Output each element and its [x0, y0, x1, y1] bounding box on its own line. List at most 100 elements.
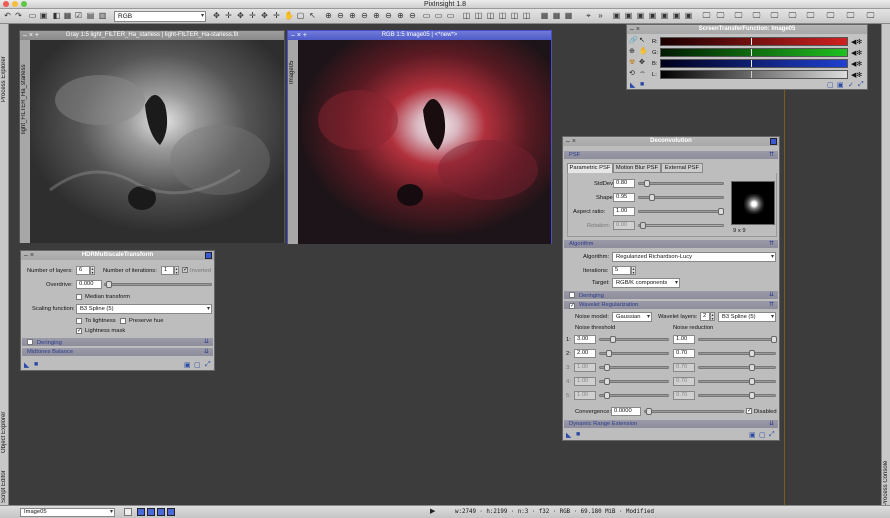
process-explorer-tab[interactable]: Process Explorer: [1, 32, 7, 102]
stf3-icon[interactable]: ▦: [564, 11, 573, 20]
monitor9-icon[interactable]: 🖵: [846, 11, 855, 20]
noise-threshold-slider[interactable]: [599, 350, 669, 357]
view-select[interactable]: Image05 ▾: [20, 508, 115, 517]
shape-input[interactable]: 0.95: [613, 193, 635, 202]
workspace-1-icon[interactable]: [124, 508, 132, 516]
convergence-disabled-checkbox[interactable]: ✓: [746, 408, 752, 414]
window-c-icon[interactable]: ▣: [636, 11, 645, 20]
inverted-checkbox[interactable]: ✓: [182, 267, 188, 273]
link-icon[interactable]: 🔗: [629, 36, 638, 44]
reset-panel-icon[interactable]: ▢: [827, 81, 834, 89]
workspace-3-icon[interactable]: [147, 508, 155, 516]
minimize-window-icon[interactable]: [12, 1, 18, 7]
monitor4-icon[interactable]: 🖵: [752, 11, 761, 20]
noise-threshold-slider[interactable]: [599, 392, 669, 399]
zoom-1-icon[interactable]: ⊖: [360, 11, 369, 20]
wavelet-scaling-select[interactable]: B3 Spline (5) ▾: [718, 312, 776, 322]
deconvolution-titlebar[interactable]: – × Deconvolution: [563, 137, 779, 146]
reset-l-icon[interactable]: ◀✻: [851, 70, 862, 81]
monitor8-icon[interactable]: 🖵: [826, 11, 835, 20]
undo-icon[interactable]: ↶: [3, 11, 12, 20]
workspace-4-icon[interactable]: [157, 508, 165, 516]
midtones-balance-section[interactable]: Midtones Balance ⇊: [22, 348, 213, 356]
apply-icon[interactable]: ■: [34, 361, 38, 368]
window-f-icon[interactable]: ▣: [672, 11, 681, 20]
mask-icon[interactable]: ◧: [52, 11, 61, 20]
readout5-icon[interactable]: ◫: [510, 11, 519, 20]
readout4-icon[interactable]: ◫: [498, 11, 507, 20]
layers-spinner-icon[interactable]: ▴ ▾: [90, 266, 95, 275]
panel-buttons-icon[interactable]: – ×: [630, 25, 640, 34]
zoom-in-icon[interactable]: ⊕: [324, 11, 333, 20]
readout-icon[interactable]: ◫: [462, 11, 471, 20]
reset-b-icon[interactable]: ◀✻: [851, 59, 862, 70]
gray-window-titlebar[interactable]: – × + Gray 1:5 light_FILTER_Ha_starless …: [20, 31, 284, 40]
move-icon[interactable]: ✥: [236, 11, 245, 20]
zoom-2-icon[interactable]: ⊕: [372, 11, 381, 20]
monitor6-icon[interactable]: 🖵: [788, 11, 797, 20]
to-lightness-checkbox[interactable]: [76, 318, 82, 324]
rotation-input[interactable]: 0.00: [613, 221, 635, 230]
wavelet-regularization-section[interactable]: ✓ Wavelet Regularization ⇈: [564, 301, 778, 309]
hdr-titlebar[interactable]: – × HDRMultiscaleTransform: [21, 251, 214, 260]
stf-b-bar[interactable]: [660, 59, 848, 68]
window-g-icon[interactable]: ▣: [684, 11, 693, 20]
monitor7-icon[interactable]: 🖵: [806, 11, 815, 20]
new-instance-icon[interactable]: ◣: [566, 431, 571, 439]
panel-info-icon[interactable]: [205, 252, 212, 259]
gray-nebula-image[interactable]: [30, 40, 284, 243]
crosshair2-icon[interactable]: ✛: [224, 11, 233, 20]
apply-icon[interactable]: ■: [576, 431, 580, 438]
channel-icon[interactable]: ▦: [63, 11, 72, 20]
expand-icon[interactable]: ⇔: [639, 69, 646, 76]
workspace-2-icon[interactable]: [137, 508, 145, 516]
reset-panel-icon[interactable]: ▢: [759, 431, 766, 439]
zoom-5-icon[interactable]: ⊖: [408, 11, 417, 20]
zoom-3-icon[interactable]: ⊖: [384, 11, 393, 20]
chk-icon[interactable]: ☑: [74, 11, 83, 20]
tab-parametric-psf[interactable]: Parametric PSF: [567, 163, 613, 173]
dynamic-range-section[interactable]: Dynamic Range Extension ⇊: [564, 420, 778, 428]
rgb-image-window[interactable]: – × + RGB 1:5 Image05 | <*new*> Image05: [287, 30, 552, 244]
noise-reduction-slider[interactable]: [698, 364, 776, 371]
wavelet-layers-input[interactable]: 2: [700, 312, 710, 321]
zoom-fit-icon[interactable]: ⊕: [348, 11, 357, 20]
monitor5-icon[interactable]: 🖵: [770, 11, 779, 20]
noise-model-select[interactable]: Gaussian ▾: [612, 312, 652, 322]
noise-threshold-input[interactable]: 3.00: [574, 335, 596, 344]
noise-reduction-input[interactable]: 0.70: [673, 349, 695, 358]
zoom-window-icon[interactable]: [21, 1, 27, 7]
stf-g-bar[interactable]: [660, 48, 848, 57]
rotation-slider[interactable]: [638, 222, 724, 229]
rgb-link-icon[interactable]: ▤: [86, 11, 95, 20]
object-explorer-tab[interactable]: Object Explorer: [1, 407, 7, 453]
gray-window-side-tab[interactable]: light_FILTER_Ha_starless: [20, 40, 30, 243]
stf2-icon[interactable]: ▦: [552, 11, 561, 20]
aspect-ratio-input[interactable]: 1.00: [613, 207, 635, 216]
overdrive-slider[interactable]: [104, 281, 212, 288]
pointer-icon[interactable]: ↖: [308, 11, 317, 20]
pan-icon[interactable]: ✥: [639, 58, 645, 66]
select-icon[interactable]: ▢: [296, 11, 305, 20]
window-buttons-icon[interactable]: – × +: [23, 31, 39, 40]
hand-icon[interactable]: ✋: [284, 11, 294, 20]
monitor-icon[interactable]: 🖵: [702, 11, 711, 20]
gray-image-window[interactable]: – × + Gray 1:5 light_FILTER_Ha_starless …: [19, 30, 285, 243]
new-instance-icon[interactable]: ◣: [630, 81, 635, 89]
zoom-out-icon[interactable]: ⊖: [336, 11, 345, 20]
readout2-icon[interactable]: ◫: [474, 11, 483, 20]
open-icon[interactable]: ▭: [28, 11, 37, 20]
preview2-icon[interactable]: ▭: [434, 11, 443, 20]
hand-icon[interactable]: ✋: [639, 47, 648, 55]
tab-motion-blur-psf[interactable]: Motion Blur PSF: [613, 163, 661, 173]
target-select[interactable]: RGB/K components ▾: [612, 278, 680, 288]
psf-section[interactable]: PSF ⇈: [564, 151, 778, 159]
noise-threshold-input[interactable]: 1.00: [574, 377, 596, 386]
preserve-hue-checkbox[interactable]: [120, 318, 126, 324]
play-icon[interactable]: ▶: [430, 507, 435, 515]
convergence-slider[interactable]: [644, 408, 744, 415]
noise-reduction-input[interactable]: 0.70: [673, 377, 695, 386]
noise-threshold-input[interactable]: 1.00: [574, 391, 596, 400]
preview-icon[interactable]: ▣: [837, 81, 844, 89]
monitor10-icon[interactable]: 🖵: [866, 11, 875, 20]
